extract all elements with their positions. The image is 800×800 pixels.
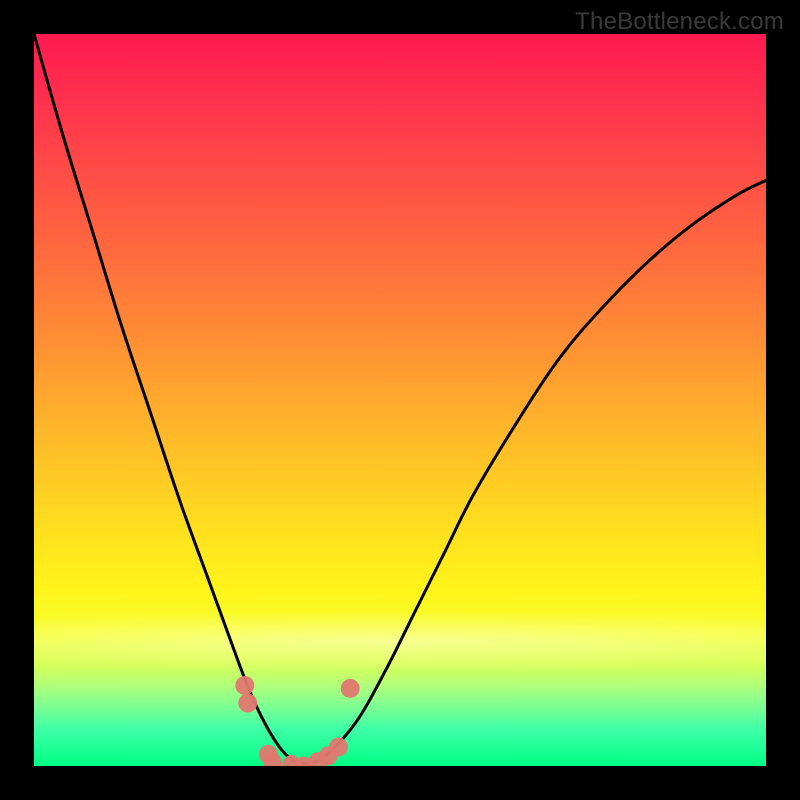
watermark-text: TheBottleneck.com (575, 8, 784, 36)
plot-area (34, 34, 766, 766)
heat-gradient (34, 34, 766, 766)
